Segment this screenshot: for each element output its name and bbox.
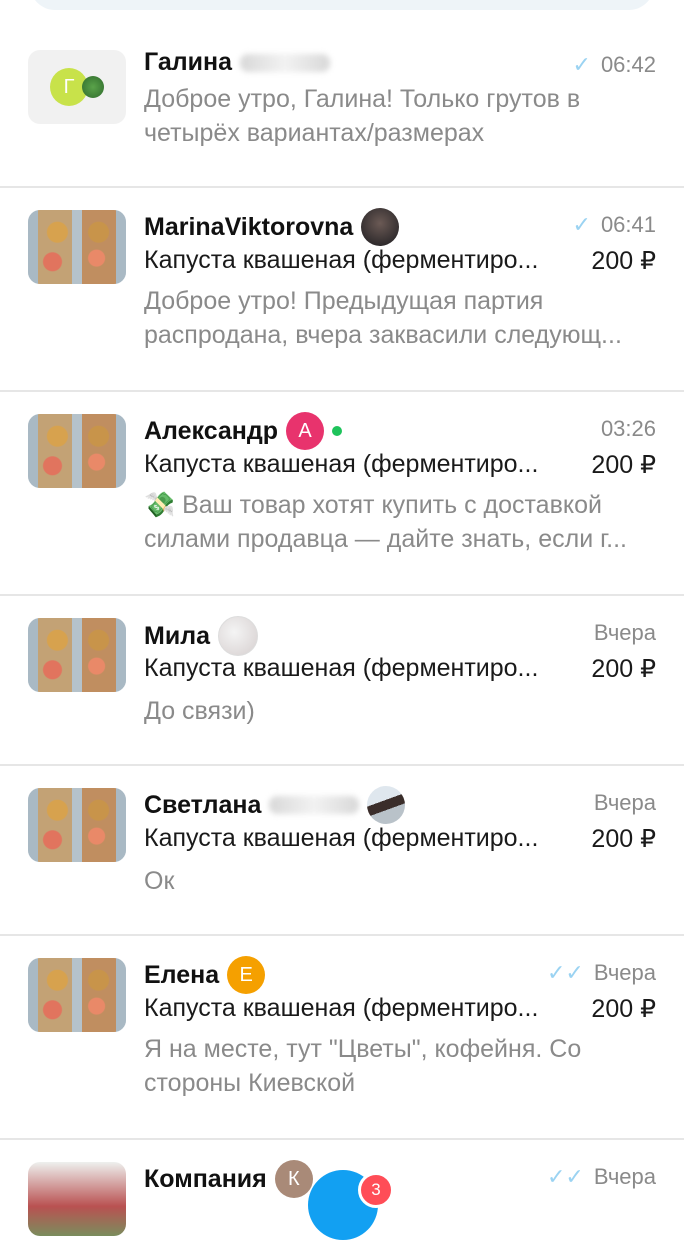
conversation-row[interactable]: Светлана Вчера Капуста квашеная (фермент… [0,766,684,936]
redacted-surname [269,796,360,814]
check-icon: ✓ [572,52,591,77]
message-preview: Ок [144,867,175,895]
ad-title-line: Капуста квашеная (ферментиро... 200 ₽ [144,994,656,1024]
message-preview: Доброе утро! Предыдущая партия распродан… [144,287,622,349]
message-time: ✓✓ Вчера [547,960,656,986]
ad-price: 200 ₽ [591,655,656,683]
ad-title: Капуста квашеная (ферментиро... [144,654,539,682]
online-indicator [332,426,343,436]
ad-title: Капуста квашеная (ферментиро... [144,824,539,852]
ad-thumbnail [28,414,126,488]
contact-name-text: Галина [144,48,233,76]
conversation-row[interactable]: Александр А 03:26 Капуста квашеная (ферм… [0,392,684,596]
contact-name: Александр А [144,412,343,450]
double-check-icon: ✓✓ [547,1164,584,1189]
plant-thumbnail-icon [82,76,104,98]
message-time: Вчера [594,790,656,816]
ad-title-line: Капуста квашеная (ферментиро... 200 ₽ [144,246,656,276]
message-time: Вчера [594,620,656,646]
contact-name-text: Светлана [144,790,262,819]
conversation-row[interactable]: Елена Е ✓✓ Вчера Капуста квашеная (ферме… [0,936,684,1140]
message-preview: Доброе утро, Галина! Только грутов в чет… [144,85,581,147]
ad-title-line: Капуста квашеная (ферментиро... 200 ₽ [144,824,656,854]
conversation-row[interactable]: MarinaViktorovna ✓ 06:41 Капуста квашена… [0,188,684,392]
ad-thumbnail [28,1162,126,1236]
time-text: Вчера [593,620,656,645]
ad-title-line: Капуста квашеная (ферментиро... 200 ₽ [144,450,656,480]
conversation-avatar: Г [28,50,126,124]
ad-price: 200 ₽ [591,451,656,479]
contact-name-text: MarinaViktorovna [144,212,354,241]
time-text: Вчера [593,790,656,815]
avatar-letter-badge: А [286,412,325,450]
unread-count-badge: 3 [358,1172,394,1208]
search-bar[interactable] [30,0,654,10]
ad-title-line: Капуста квашеная (ферментиро... 200 ₽ [144,654,656,684]
contact-name: MarinaViktorovna [144,208,400,246]
avatar-letter-badge: Е [227,956,266,994]
ad-price: 200 ₽ [591,247,656,275]
ad-thumbnail [28,788,126,862]
conversation-row[interactable]: Мила Вчера Капуста квашеная (ферментиро.… [0,596,684,766]
user-avatar-photo [361,208,400,246]
ad-title: Капуста квашеная (ферментиро... [144,246,539,274]
contact-name: Елена Е [144,956,266,994]
contact-name-text: Компания [144,1164,267,1193]
message-preview: 💸 Ваш товар хотят купить с доставкой сил… [144,491,628,553]
ad-thumbnail [28,210,126,284]
contact-name: Галина [144,48,331,77]
contact-name-text: Мила [144,621,210,650]
message-time: ✓ 06:42 [573,52,657,78]
time-text: 03:26 [600,416,656,441]
user-avatar-photo [217,616,258,656]
double-check-icon: ✓✓ [547,960,584,985]
check-icon: ✓ [572,212,591,237]
ad-thumbnail [28,618,126,692]
ad-title: Капуста квашеная (ферментиро... [144,450,539,478]
contact-name: Компания К [144,1160,313,1198]
contact-name-text: Александр [144,416,279,445]
message-preview: Я на месте, тут "Цветы", кофейня. Со сто… [144,1035,582,1097]
ad-thumbnail [28,958,126,1032]
time-text: Вчера [593,960,656,985]
redacted-surname [240,53,331,72]
user-avatar-photo [367,786,406,824]
message-time: ✓ 06:41 [573,212,657,238]
ad-price: 200 ₽ [591,825,656,853]
message-time: 03:26 [601,416,656,442]
contact-name: Мила [144,616,258,656]
contact-name: Светлана [144,786,406,824]
ad-title: Капуста квашеная (ферментиро... [144,994,539,1022]
avatar-letter-badge: К [274,1160,313,1198]
time-text: 06:42 [600,52,656,77]
message-preview: До связи) [144,697,255,725]
message-time: ✓✓ Вчера [547,1164,656,1190]
ad-price: 200 ₽ [591,995,656,1023]
contact-name-text: Елена [144,960,220,989]
time-text: 06:41 [600,212,656,237]
conversation-row[interactable]: Г Галина ✓ 06:42 Доброе утро, Галина! То… [0,28,684,188]
time-text: Вчера [593,1164,656,1189]
